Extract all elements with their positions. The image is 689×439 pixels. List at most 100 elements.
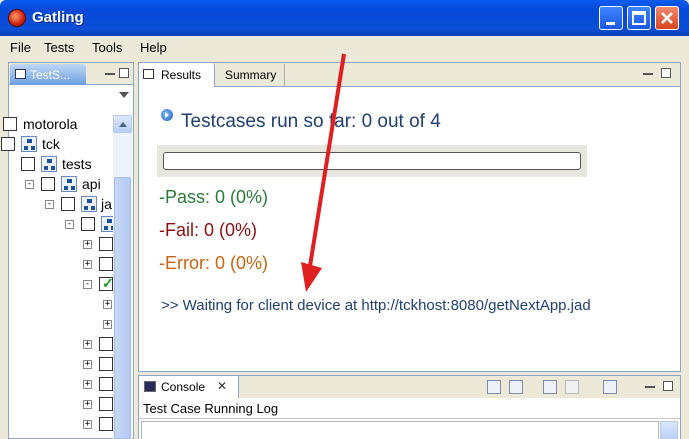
pin-console-icon[interactable] bbox=[543, 380, 557, 394]
tab-test-suite[interactable]: TestS... bbox=[10, 64, 86, 85]
scroll-thumb[interactable] bbox=[114, 177, 131, 439]
tree-item-leaf[interactable]: + bbox=[9, 315, 113, 335]
menu-file[interactable]: File bbox=[10, 40, 31, 55]
clear-console-icon[interactable] bbox=[487, 380, 501, 394]
close-icon[interactable]: ✕ bbox=[217, 379, 227, 393]
title-bar: Gatling bbox=[0, 0, 689, 36]
menu-tools[interactable]: Tools bbox=[92, 40, 122, 55]
tree-item-leaf[interactable]: + bbox=[9, 355, 113, 375]
expand-icon[interactable]: + bbox=[83, 260, 92, 269]
tree-checkbox[interactable] bbox=[1, 137, 15, 151]
tree-item-leaf[interactable]: + bbox=[9, 335, 113, 355]
tab-results[interactable]: Results bbox=[139, 63, 215, 87]
package-icon bbox=[41, 156, 57, 172]
minimize-icon bbox=[606, 22, 615, 25]
console-log-header: Test Case Running Log bbox=[139, 398, 680, 418]
expand-icon[interactable]: + bbox=[83, 420, 92, 429]
maximize-view-icon[interactable] bbox=[661, 68, 671, 78]
view-menu-icon[interactable] bbox=[119, 92, 129, 98]
maximize-icon bbox=[632, 11, 646, 25]
error-count: -Error: 0 (0%) bbox=[159, 253, 269, 273]
tree-item-leaf[interactable]: + bbox=[9, 235, 113, 255]
tree-checkbox[interactable] bbox=[99, 417, 113, 431]
close-icon bbox=[661, 12, 673, 24]
tree-item-leaf[interactable]: + bbox=[9, 415, 113, 435]
testcases-heading: Testcases run so far: 0 out of 4 bbox=[181, 111, 441, 132]
console-log-area bbox=[139, 418, 680, 439]
tab-summary[interactable]: Summary bbox=[217, 64, 285, 86]
console-log-title: Test Case Running Log bbox=[143, 401, 279, 416]
collapse-icon[interactable]: - bbox=[83, 280, 92, 289]
expand-icon[interactable]: + bbox=[103, 300, 112, 309]
tree-item-label: api bbox=[82, 176, 101, 192]
maximize-button[interactable] bbox=[627, 6, 651, 30]
collapse-icon[interactable]: - bbox=[65, 220, 74, 229]
waiting-status: >> Waiting for client device at http://t… bbox=[161, 297, 591, 314]
progress-container bbox=[157, 145, 587, 177]
display-console-icon[interactable] bbox=[565, 380, 579, 394]
tab-results-label: Results bbox=[161, 68, 202, 82]
tree-item-label: ja bbox=[101, 196, 112, 212]
tree-item-leaf[interactable]: + bbox=[9, 295, 113, 315]
tree-checkbox-checked[interactable]: ✓ bbox=[99, 275, 114, 291]
expand-icon[interactable]: + bbox=[83, 340, 92, 349]
tree-checkbox[interactable] bbox=[99, 397, 113, 411]
tab-console[interactable]: Console ✕ bbox=[139, 376, 239, 398]
menu-tests[interactable]: Tests bbox=[44, 40, 74, 55]
tree-item-motorola[interactable]: motorola bbox=[3, 115, 113, 135]
tree-checkbox[interactable] bbox=[99, 237, 113, 251]
tree-checkbox[interactable] bbox=[99, 357, 113, 371]
console-panel: Console ✕ Test Case Running Log bbox=[138, 375, 681, 439]
tree-checkbox[interactable] bbox=[81, 217, 95, 231]
expand-icon[interactable]: + bbox=[83, 240, 92, 249]
maximize-view-icon[interactable] bbox=[119, 68, 129, 78]
console-tab-label: Console bbox=[161, 380, 206, 394]
expand-icon[interactable]: + bbox=[83, 380, 92, 389]
menu-help[interactable]: Help bbox=[140, 40, 167, 55]
tree-item-leaf[interactable]: + bbox=[9, 395, 113, 415]
collapse-icon[interactable]: - bbox=[45, 200, 54, 209]
tree-item-leaf[interactable]: + bbox=[9, 375, 113, 395]
fail-count: -Fail: 0 (0%) bbox=[159, 220, 258, 240]
testcase-play-icon bbox=[161, 109, 173, 121]
package-icon bbox=[61, 176, 77, 192]
tree-checkbox[interactable] bbox=[99, 257, 113, 271]
expand-icon[interactable]: + bbox=[83, 360, 92, 369]
close-button[interactable] bbox=[655, 6, 679, 30]
tree-checkbox[interactable] bbox=[21, 157, 35, 171]
console-text-area[interactable] bbox=[141, 421, 659, 439]
console-icon bbox=[144, 381, 156, 392]
expand-icon[interactable]: + bbox=[103, 320, 112, 329]
expand-icon[interactable]: + bbox=[83, 400, 92, 409]
tree-checkbox[interactable] bbox=[99, 377, 113, 391]
tree-item-leaf[interactable]: + bbox=[9, 255, 113, 275]
tab-summary-label: Summary bbox=[225, 68, 277, 82]
tree-item-tests[interactable]: tests bbox=[9, 155, 113, 175]
tree-checkbox[interactable] bbox=[41, 177, 55, 191]
tree-checkbox[interactable] bbox=[3, 117, 17, 131]
scroll-up-icon[interactable] bbox=[113, 115, 132, 133]
tree-tab-bar: TestS... bbox=[9, 63, 133, 85]
menu-bar: File Tests Tools Help bbox=[0, 36, 689, 58]
tree-item-api[interactable]: - api bbox=[9, 175, 113, 195]
tree-checkbox[interactable] bbox=[99, 337, 113, 351]
minimize-view-icon[interactable] bbox=[645, 381, 655, 388]
view-tab-icon bbox=[15, 69, 26, 79]
tree-item-checked[interactable]: - ✓ bbox=[9, 275, 114, 295]
gatling-app-icon[interactable] bbox=[8, 9, 26, 27]
console-scrollbar[interactable] bbox=[660, 421, 678, 439]
tree-checkbox[interactable] bbox=[61, 197, 75, 211]
maximize-view-icon[interactable] bbox=[663, 381, 673, 391]
tree-tab-label: TestS... bbox=[30, 68, 71, 82]
results-panel: Results Summary Testcases run so far: 0 … bbox=[138, 62, 681, 372]
minimize-button[interactable] bbox=[599, 6, 623, 30]
tree-scrollbar[interactable] bbox=[113, 115, 132, 439]
scroll-lock-icon[interactable] bbox=[509, 380, 523, 394]
minimize-view-icon[interactable] bbox=[643, 68, 653, 75]
open-console-icon[interactable] bbox=[603, 380, 617, 394]
tree-item-subpackage[interactable]: - bbox=[9, 215, 113, 235]
minimize-view-icon[interactable] bbox=[105, 68, 115, 75]
tree-item-tck[interactable]: tck bbox=[1, 135, 113, 155]
tree-item-ja[interactable]: - ja bbox=[9, 195, 113, 215]
collapse-icon[interactable]: - bbox=[25, 180, 34, 189]
